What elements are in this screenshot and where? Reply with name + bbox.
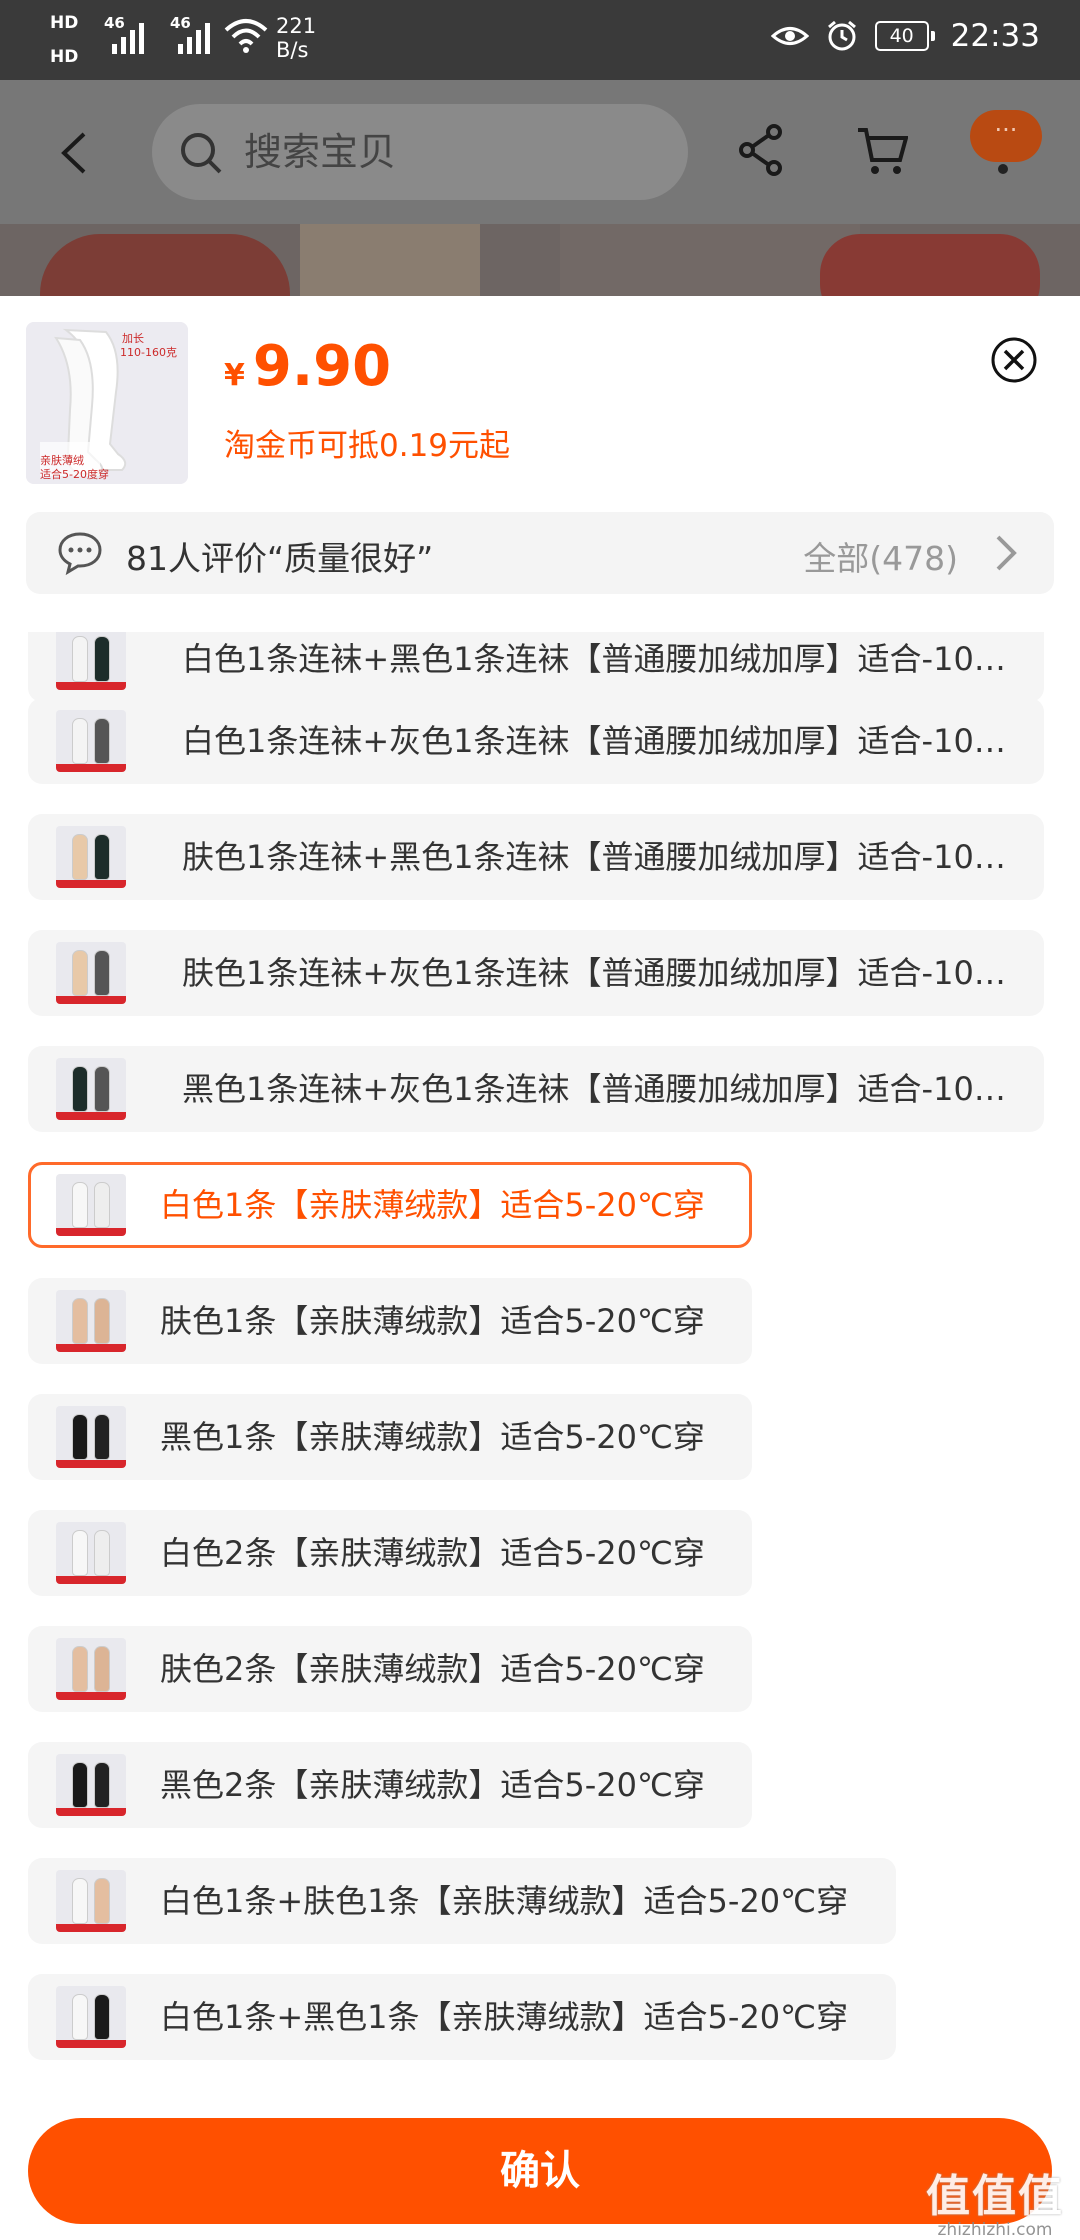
sku-option[interactable]: 肤色1条连袜+灰色1条连袜【普通腰加绒加厚】适合-10~10℃穿 [28,930,1044,1016]
sku-option-label: 白色1条连袜+黑色1条连袜【普通腰加绒加厚】适合-10~10℃穿 [182,640,1022,678]
sku-options-list[interactable]: 白色1条连袜+黑色1条连袜【普通腰加绒加厚】适合-10~10℃穿 白色1条连袜+灰… [0,632,1080,2062]
sku-option-image [56,942,126,1004]
sku-option-label: 肤色1条连袜+灰色1条连袜【普通腰加绒加厚】适合-10~10℃穿 [182,954,1022,992]
sku-option[interactable]: 白色1条【亲肤薄绒款】适合5-20℃穿 [28,1162,752,1248]
wifi-icon [224,19,268,53]
watermark-site: zhizhizhi.com [937,2220,1053,2240]
price-value: 9.90 [252,334,392,399]
close-icon[interactable] [990,336,1038,384]
more-icon[interactable]: ··· [970,110,1042,162]
clock: 22:33 [950,18,1040,54]
sku-option[interactable]: 白色1条连袜+灰色1条连袜【普通腰加绒加厚】适合-10~10℃穿 [28,698,1044,784]
sku-option-label: 肤色1条连袜+黑色1条连袜【普通腰加绒加厚】适合-10~10℃穿 [182,838,1022,876]
sku-option-label: 白色1条连袜+灰色1条连袜【普通腰加绒加厚】适合-10~10℃穿 [182,722,1022,760]
sku-option-image [56,1058,126,1120]
sku-option-label: 白色1条+黑色1条【亲肤薄绒款】适合5-20℃穿 [160,1998,849,2036]
alarm-icon [827,20,856,51]
sku-option[interactable]: 白色2条【亲肤薄绒款】适合5-20℃穿 [28,1510,752,1596]
back-arrow-icon[interactable] [58,130,90,176]
share-icon[interactable] [738,124,784,176]
sku-option-image [56,1522,126,1584]
sku-option-image [56,1406,126,1468]
all-reviews-link[interactable]: 全部(478) [803,532,958,580]
thumb-text-bottom2: 适合5-20度穿 [40,468,109,481]
sku-option-label: 白色1条+肤色1条【亲肤薄绒款】适合5-20℃穿 [160,1882,849,1920]
sku-option[interactable]: 肤色1条【亲肤薄绒款】适合5-20℃穿 [28,1278,752,1364]
sku-option-image [56,1174,126,1236]
sku-option-image [56,826,126,888]
sku-option-label: 肤色2条【亲肤薄绒款】适合5-20℃穿 [160,1650,705,1688]
network-speed: 221 B/s [276,14,316,62]
sku-option-image [56,1986,126,2048]
sku-option-label: 黑色1条连袜+灰色1条连袜【普通腰加绒加厚】适合-10~10℃穿 [182,1070,1022,1108]
battery-icon: 40 [874,21,935,51]
network-type-label: 46 [170,14,191,32]
review-summary-text: 81人评价“质量很好” [126,539,434,578]
sku-option[interactable]: 白色1条+肤色1条【亲肤薄绒款】适合5-20℃穿 [28,1858,896,1944]
sku-option[interactable]: 肤色2条【亲肤薄绒款】适合5-20℃穿 [28,1626,752,1712]
sku-option-image [56,1754,126,1816]
speed-unit: B/s [276,38,309,62]
sku-option-label: 肤色1条【亲肤薄绒款】适合5-20℃穿 [160,1302,705,1340]
sku-option-label: 黑色1条【亲肤薄绒款】适合5-20℃穿 [160,1418,705,1456]
search-placeholder: 搜索宝贝 [244,130,397,174]
sku-option[interactable]: 黑色1条连袜+灰色1条连袜【普通腰加绒加厚】适合-10~10℃穿 [28,1046,1044,1132]
speed-value: 221 [276,14,317,38]
eye-icon [770,27,809,45]
sku-option-label: 白色2条【亲肤薄绒款】适合5-20℃穿 [160,1534,705,1572]
hd-icon: HD [50,47,79,67]
cart-icon[interactable] [856,126,908,176]
thumb-text-size: 110-160克 [120,346,177,359]
sku-option-image [56,632,126,690]
sku-option[interactable]: 肤色1条连袜+黑色1条连袜【普通腰加绒加厚】适合-10~10℃穿 [28,814,1044,900]
network-type-label: 46 [104,14,125,32]
top-nav-bar: 搜索宝贝 ··· [0,80,1080,224]
hd-icon: HD [50,13,79,33]
chevron-right-icon [996,535,1017,571]
sku-option[interactable]: 黑色1条【亲肤薄绒款】适合5-20℃穿 [28,1394,752,1480]
coin-offer: 淘金币可抵0.19元起 [224,428,511,464]
signal-icon: 46 [104,14,144,54]
product-thumbnail[interactable]: 加长 110-160克 亲肤薄绒 适合5-20度穿 [26,322,188,484]
comment-icon [58,532,102,576]
sku-option[interactable]: 白色1条连袜+黑色1条连袜【普通腰加绒加厚】适合-10~10℃穿 [28,632,1044,702]
sku-option-label: 白色1条【亲肤薄绒款】适合5-20℃穿 [160,1186,705,1224]
sku-selection-sheet: 加长 110-160克 亲肤薄绒 适合5-20度穿 ¥ 9.90 淘金币可抵0.… [0,296,1080,2240]
sku-option-image [56,1638,126,1700]
sku-option[interactable]: 黑色2条【亲肤薄绒款】适合5-20℃穿 [28,1742,752,1828]
currency-symbol: ¥ [224,358,245,393]
search-bar[interactable]: 搜索宝贝 [152,104,688,200]
status-bar: HD HD 46 46 221 B/s 40 22:33 [0,0,1080,80]
battery-level: 40 [874,21,929,51]
confirm-button[interactable]: 确认 [28,2118,1052,2224]
watermark-logo: 值值值 [926,2171,1064,2222]
product-banner-dimmed [0,224,1080,296]
watermark: 值值值 zhizhizhi.com [926,2160,1064,2240]
signal-icon: 46 [170,14,210,54]
sku-option-label: 黑色2条【亲肤薄绒款】适合5-20℃穿 [160,1766,705,1804]
sku-option-image [56,1870,126,1932]
sku-option-image [56,710,126,772]
notification-dot [998,164,1008,174]
search-icon [181,133,222,174]
review-summary-bar[interactable]: 81人评价“质量很好” 全部(478) [26,512,1054,594]
sku-option[interactable]: 白色1条+黑色1条【亲肤薄绒款】适合5-20℃穿 [28,1974,896,2060]
sku-option-image [56,1290,126,1352]
price: ¥ 9.90 [224,334,391,399]
